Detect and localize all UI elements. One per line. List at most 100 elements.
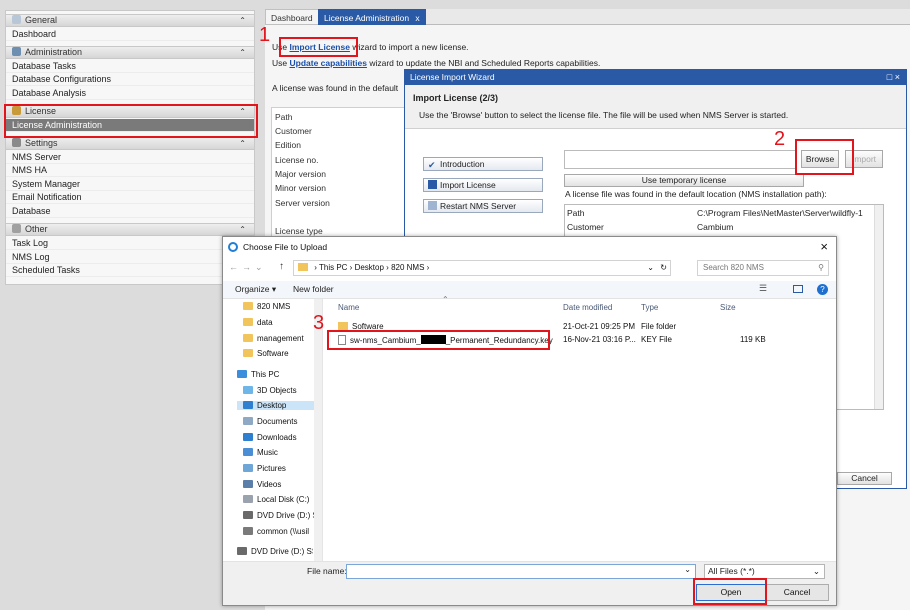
address-bar[interactable]: › This PC › Desktop › 820 NMS › ⌄ ↻	[293, 260, 671, 276]
nav-label: Import License	[440, 180, 496, 190]
column-type[interactable]: Type	[641, 303, 658, 312]
check-icon: ✔	[428, 160, 436, 170]
chevron-up-icon[interactable]: ⌃	[239, 47, 246, 58]
tree-item-3d-objects[interactable]: 3D Objects	[243, 386, 319, 395]
tree-scrollbar[interactable]	[314, 299, 322, 561]
close-icon[interactable]: ×	[820, 237, 828, 257]
license-file-input[interactable]	[564, 150, 796, 169]
nav-label: Introduction	[440, 159, 485, 169]
other-icon	[12, 224, 21, 233]
tree-label: This PC	[251, 370, 280, 379]
highlight-license-section	[4, 104, 258, 138]
tab-dashboard[interactable]: Dashboard	[265, 9, 319, 25]
breadcrumb-item[interactable]: 820 NMS	[391, 263, 424, 272]
nav-introduction[interactable]: ✔ Introduction	[423, 157, 543, 171]
sidebar-section-other[interactable]: Other ⌃	[6, 223, 254, 236]
organize-button[interactable]: Organize ▾	[235, 284, 276, 295]
chevron-down-icon[interactable]: ⌄	[684, 565, 691, 574]
tree-item-music[interactable]: Music	[243, 448, 319, 457]
tab-bar: Dashboard License Administration x	[265, 9, 910, 25]
sidebar-item-email-notification[interactable]: Email Notification	[6, 191, 254, 204]
tree-item-data[interactable]: data	[243, 318, 319, 327]
update-capabilities-link[interactable]: Update capabilities	[289, 58, 366, 68]
sidebar-item-scheduled-tasks[interactable]: Scheduled Tasks	[6, 264, 254, 277]
info-label-server-version: Server version	[275, 198, 330, 208]
tree-item-pictures[interactable]: Pictures	[243, 464, 319, 473]
tab-license-administration[interactable]: License Administration x	[318, 9, 426, 25]
folder-icon	[243, 318, 253, 326]
tree-label: 820 NMS	[257, 302, 291, 311]
use-temporary-license-button[interactable]: Use temporary license	[564, 174, 804, 187]
chevron-up-icon[interactable]: ⌃	[239, 138, 246, 149]
highlight-import-license	[279, 37, 358, 57]
column-date-modified[interactable]: Date modified	[563, 303, 612, 312]
chevron-down-icon[interactable]: ⌄	[647, 261, 654, 275]
sidebar-item-nms-ha[interactable]: NMS HA	[6, 164, 254, 177]
sidebar-item-system-manager[interactable]: System Manager	[6, 178, 254, 191]
breadcrumb-item[interactable]: Desktop	[355, 263, 384, 272]
wizard-title: License Import Wizard	[410, 72, 495, 82]
tree-label: Documents	[257, 417, 298, 426]
sidebar-item-database-analysis[interactable]: Database Analysis	[6, 87, 254, 100]
tree-item-dvd-drive[interactable]: DVD Drive (D:) SS	[243, 511, 319, 520]
folder-icon	[243, 334, 253, 342]
filename-input[interactable]: ⌄	[346, 564, 696, 579]
scrollbar[interactable]	[874, 205, 883, 409]
text: wizard to import a new license.	[349, 42, 469, 52]
column-name[interactable]: Name	[338, 303, 359, 312]
new-folder-button[interactable]: New folder	[293, 284, 334, 294]
search-input[interactable]: Search 820 NMS ⚲	[697, 260, 829, 276]
sidebar-section-settings[interactable]: Settings ⌃	[6, 137, 254, 150]
chevron-down-icon[interactable]: ⌄	[813, 565, 820, 578]
section-title: Administration	[25, 47, 83, 57]
sidebar-item-database-tasks[interactable]: Database Tasks	[6, 60, 254, 73]
file-date: 21-Oct-21 09:25 PM	[563, 322, 636, 331]
wrench-icon	[12, 138, 21, 147]
nav-import-license[interactable]: Import License	[423, 178, 543, 192]
chevron-up-icon[interactable]: ⌃	[239, 15, 246, 26]
sidebar-item-database[interactable]: Database	[6, 205, 254, 218]
tree-label: management	[257, 334, 304, 343]
sidebar-item-dashboard[interactable]: Dashboard	[6, 28, 254, 41]
tree-item-common-share[interactable]: common (\\usil	[243, 527, 319, 536]
desktop-icon	[243, 401, 253, 409]
filter-label: All Files (*.*)	[708, 566, 755, 576]
sidebar-item-nms-server[interactable]: NMS Server	[6, 151, 254, 164]
tree-item-local-disk[interactable]: Local Disk (C:)	[243, 495, 319, 504]
update-capabilities-line: Use Update capabilities wizard to update…	[272, 58, 600, 68]
navigation-tree: 820 NMS data management Software This PC…	[223, 299, 323, 561]
sidebar-item-task-log[interactable]: Task Log	[6, 237, 254, 250]
tree-item-desktop[interactable]: Desktop	[237, 401, 322, 410]
highlight-browse	[795, 139, 854, 175]
breadcrumb-item[interactable]: This PC	[319, 263, 347, 272]
sidebar-section-administration[interactable]: Administration ⌃	[6, 46, 254, 59]
tree-item-management[interactable]: management	[243, 334, 319, 343]
window-buttons[interactable]: □ ×	[887, 70, 900, 85]
tree-item-downloads[interactable]: Downloads	[243, 433, 319, 442]
sidebar-item-database-configurations[interactable]: Database Configurations	[6, 73, 254, 86]
tree-item-documents[interactable]: Documents	[243, 417, 319, 426]
tree-item-software[interactable]: Software	[243, 349, 319, 358]
view-icon[interactable]: ☰	[759, 283, 767, 294]
sidebar-section-general[interactable]: General ⌃	[6, 14, 254, 27]
column-size[interactable]: Size	[720, 303, 736, 312]
file-type-filter[interactable]: All Files (*.*) ⌄	[704, 564, 825, 579]
help-icon[interactable]: ?	[817, 284, 828, 295]
refresh-icon[interactable]: ↻	[660, 261, 667, 275]
browser-icon	[228, 242, 238, 252]
tree-item-videos[interactable]: Videos	[243, 480, 319, 489]
preview-pane-icon[interactable]	[793, 285, 803, 293]
cancel-button[interactable]: Cancel	[765, 584, 829, 601]
tree-item-this-pc[interactable]: This PC	[237, 370, 313, 379]
up-arrow-icon[interactable]: ↑	[279, 261, 284, 272]
chevron-up-icon[interactable]: ⌃	[239, 224, 246, 235]
search-placeholder: Search 820 NMS	[703, 263, 764, 272]
sidebar-item-nms-log[interactable]: NMS Log	[6, 251, 254, 264]
sort-indicator-icon: ⌃	[442, 295, 449, 304]
nav-arrows[interactable]: ←→⌄	[229, 262, 267, 273]
tree-item-dvd-drive-2[interactable]: DVD Drive (D:) SSS	[237, 547, 313, 556]
tree-item-820-nms[interactable]: 820 NMS	[243, 302, 319, 311]
cancel-button[interactable]: Cancel	[837, 472, 892, 485]
close-icon[interactable]: x	[415, 13, 419, 23]
nav-restart-nms-server[interactable]: Restart NMS Server	[423, 199, 543, 213]
